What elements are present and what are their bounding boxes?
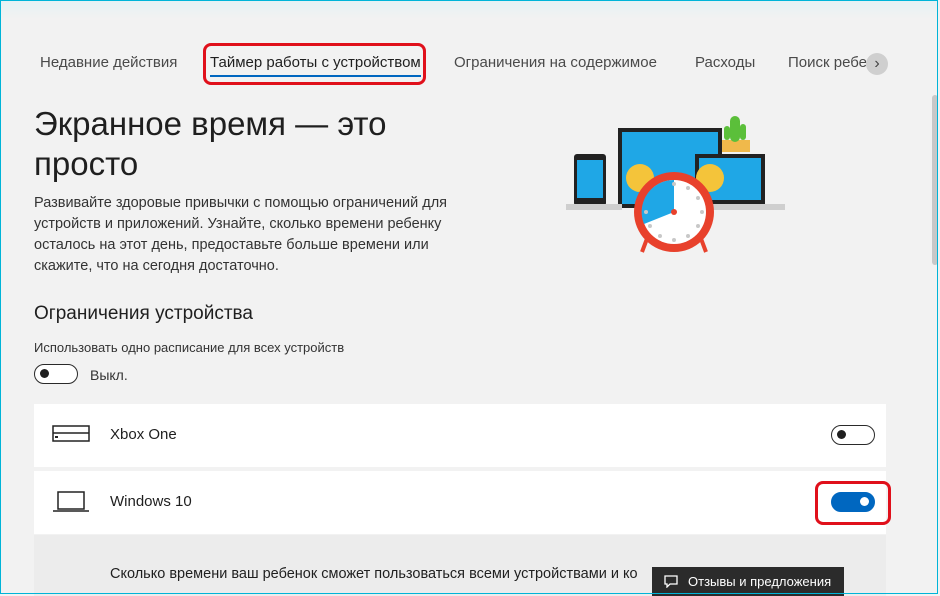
device-card-xbox: Xbox One — [34, 404, 886, 467]
laptop-icon — [53, 491, 89, 512]
feedback-button[interactable]: Отзывы и предложения — [652, 567, 844, 596]
device-limits-title: Ограничения устройства — [34, 303, 253, 324]
tab-bar: Недавние действия Таймер работы с устрой… — [0, 40, 888, 86]
toggle-knob — [837, 430, 846, 439]
tab-highlight-frame — [203, 43, 426, 85]
tab-spending[interactable]: Расходы — [695, 54, 755, 71]
schedule-toggle[interactable] — [34, 364, 78, 384]
feedback-label: Отзывы и предложения — [688, 574, 832, 589]
daily-limit-text: Сколько времени ваш ребенок сможет польз… — [110, 566, 638, 582]
tab-recent-activity[interactable]: Недавние действия — [40, 54, 177, 71]
page-description: Развивайте здоровые привычки с помощью о… — [34, 195, 448, 274]
scrollbar[interactable] — [932, 95, 938, 265]
xbox-toggle[interactable] — [831, 425, 875, 445]
schedule-label: Использовать одно расписание для всех ус… — [34, 340, 345, 355]
chevron-right-icon[interactable]: › — [866, 53, 888, 75]
tab-content-restrictions[interactable]: Ограничения на содержимое — [454, 54, 657, 71]
device-name: Windows 10 — [110, 493, 192, 510]
page-title: Экранное время — это просто — [34, 105, 387, 182]
device-card-windows: Windows 10 — [34, 471, 886, 534]
feedback-icon — [664, 575, 678, 588]
toggle-highlight-frame — [815, 481, 891, 525]
toggle-knob — [40, 369, 49, 378]
screen-time-illustration-icon — [566, 116, 785, 253]
device-name: Xbox One — [110, 426, 177, 443]
schedule-toggle-state: Выкл. — [90, 367, 128, 383]
window-top-strip — [1, 1, 937, 19]
xbox-console-icon — [52, 425, 90, 442]
